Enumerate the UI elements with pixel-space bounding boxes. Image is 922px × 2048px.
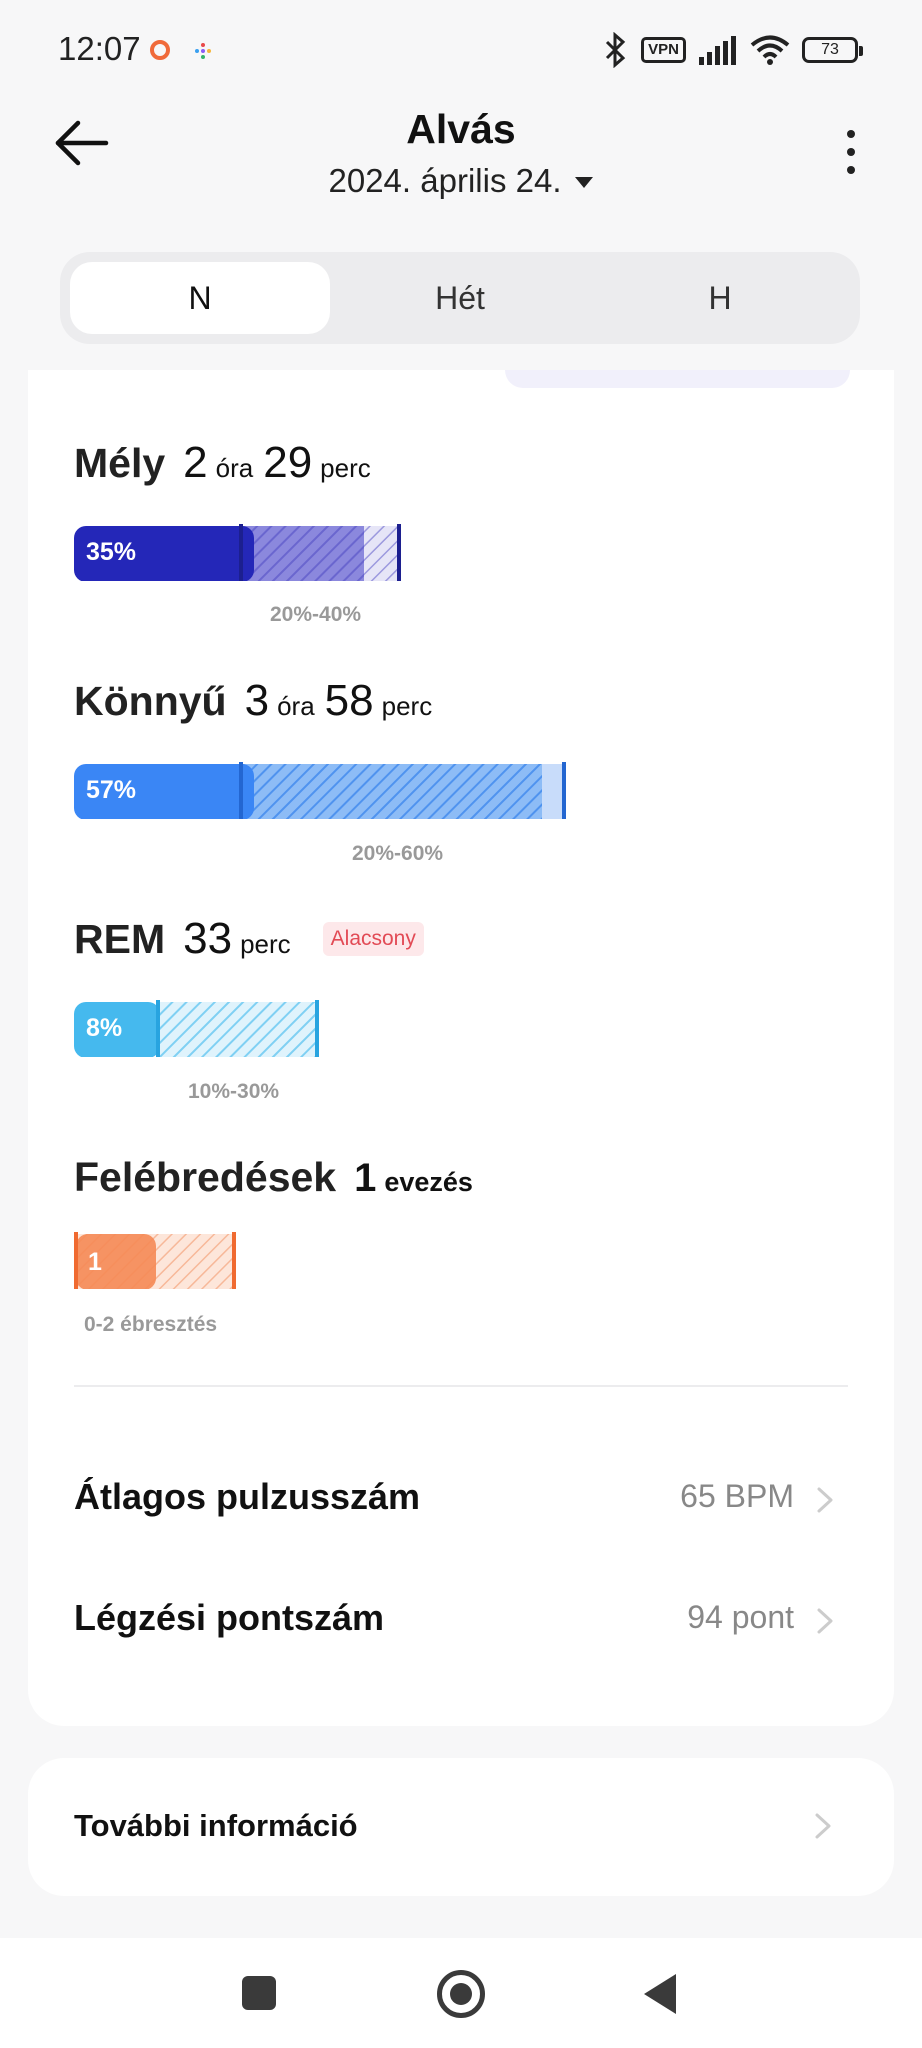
page-title: Alvás [406,106,516,152]
tab-day[interactable]: N [70,262,330,334]
hours-unit: óra [215,453,254,483]
chevron-right-icon [817,1608,833,1634]
divider [74,1385,848,1387]
battery-icon: 73 [802,37,863,63]
light-sleep-bar [74,762,566,819]
rem-heading: REM 33 perc Alacsony [74,914,424,964]
more-info-label: További információ [74,1808,358,1843]
metric-value: 65 BPM [680,1478,794,1514]
dot-icon [847,166,855,174]
status-badge: Alacsony [322,922,424,956]
deep-percent-label: 35% [86,538,137,566]
minutes-unit: perc [381,691,433,721]
count-unit: evezés [384,1167,473,1197]
stage-name: Mély [74,440,166,486]
stage-name: Könnyű [74,678,227,724]
light-range: 20%-60% [352,842,444,865]
minutes-unit: perc [320,453,371,483]
breathing-score-row[interactable]: Légzési pontszám 94 pont [74,1597,834,1657]
more-options-button[interactable] [840,130,862,174]
deep-range: 20%-40% [270,603,362,626]
tab-week[interactable]: Hét [330,262,590,334]
minutes-value: 58 [324,676,374,725]
status-time: 12:07 [58,30,141,67]
system-navigation-bar [0,1938,922,2048]
hours-value: 3 [244,676,270,725]
period-tabs: N Hét H [60,252,860,344]
minutes-unit: perc [240,929,291,959]
app-notification-icon [195,43,211,59]
signal-icon [699,36,736,65]
bluetooth-icon [606,32,626,68]
vpn-icon: VPN [641,37,686,63]
stage-name: REM [74,916,166,962]
dot-icon [847,148,855,156]
recording-icon [150,40,170,60]
light-percent-label: 57% [86,776,137,804]
metric-value: 94 pont [687,1599,794,1635]
metric-label: Átlagos pulzusszám [74,1476,421,1517]
light-sleep-heading: Könnyű 3 óra 58 perc [74,676,432,726]
metric-label: Légzési pontszám [74,1597,385,1638]
count-value: 1 [354,1156,377,1200]
awake-value-label: 1 [88,1248,102,1276]
rem-percent-label: 8% [86,1014,123,1042]
awake-range: 0-2 ébresztés [84,1313,218,1336]
avg-heart-rate-row[interactable]: Átlagos pulzusszám 65 BPM [74,1476,834,1536]
minutes-value: 29 [263,438,313,487]
status-icons: VPN 73 [601,30,863,70]
hours-value: 2 [183,438,208,487]
minutes-value: 33 [183,914,233,963]
back-nav-button[interactable] [644,1974,676,2014]
rem-range: 10%-30% [188,1080,280,1103]
card-edge [505,370,850,388]
recents-button[interactable] [242,1976,276,2010]
chevron-right-icon [817,1487,833,1513]
stage-name: Felébredések [74,1154,337,1200]
deep-sleep-heading: Mély 2 óra 29 perc [74,438,371,488]
awakenings-heading: Felébredések 1 evezés [74,1154,473,1201]
home-button[interactable] [437,1970,485,2018]
status-bar: 12:07 VPN 73 [0,0,922,100]
caret-down-icon [575,176,594,188]
tab-month[interactable]: H [590,262,850,334]
date-label: 2024. április 24. [328,162,562,199]
date-selector[interactable]: 2024. április 24. [0,162,922,200]
chevron-right-icon [815,1813,831,1839]
dot-icon [847,130,855,138]
wifi-icon [750,35,790,65]
more-info-card[interactable]: További információ [28,1758,894,1896]
hours-unit: óra [277,691,315,721]
